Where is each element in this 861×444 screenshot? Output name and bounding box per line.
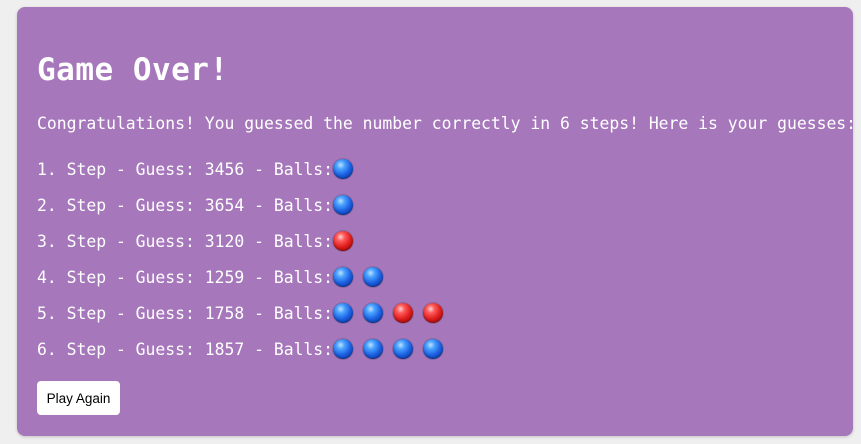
game-over-panel: Game Over! Congratulations! You guessed … bbox=[17, 7, 853, 436]
blue-ball-icon bbox=[363, 303, 384, 323]
guess-history-list: 1. Step - Guess: 3456 - Balls: 2. Step - … bbox=[37, 151, 453, 367]
balls-group bbox=[333, 267, 393, 287]
blue-ball-icon bbox=[333, 159, 354, 179]
play-again-button[interactable]: Play Again bbox=[37, 381, 120, 415]
blue-ball-icon bbox=[393, 339, 414, 359]
guess-row: 4. Step - Guess: 1259 - Balls: bbox=[37, 259, 453, 295]
blue-ball-icon bbox=[333, 195, 354, 215]
blue-ball-icon bbox=[363, 339, 384, 359]
red-ball-icon bbox=[393, 303, 414, 323]
blue-ball-icon bbox=[423, 339, 444, 359]
guess-row: 3. Step - Guess: 3120 - Balls: bbox=[37, 223, 453, 259]
guess-text: 5. Step - Guess: 1758 - Balls: bbox=[37, 303, 334, 323]
blue-ball-icon bbox=[333, 303, 354, 323]
red-ball-icon bbox=[423, 303, 444, 323]
congratulations-message: Congratulations! You guessed the number … bbox=[37, 114, 853, 133]
game-over-title: Game Over! bbox=[37, 52, 229, 88]
red-ball-icon bbox=[333, 231, 354, 251]
guess-text: 1. Step - Guess: 3456 - Balls: bbox=[37, 159, 334, 179]
blue-ball-icon bbox=[333, 339, 354, 359]
guess-text: 4. Step - Guess: 1259 - Balls: bbox=[37, 267, 334, 287]
blue-ball-icon bbox=[363, 267, 384, 287]
guess-row: 5. Step - Guess: 1758 - Balls: bbox=[37, 295, 453, 331]
balls-group bbox=[333, 195, 363, 215]
guess-row: 1. Step - Guess: 3456 - Balls: bbox=[37, 151, 453, 187]
guess-row: 2. Step - Guess: 3654 - Balls: bbox=[37, 187, 453, 223]
guess-text: 6. Step - Guess: 1857 - Balls: bbox=[37, 339, 334, 359]
balls-group bbox=[333, 303, 453, 323]
guess-row: 6. Step - Guess: 1857 - Balls: bbox=[37, 331, 453, 367]
blue-ball-icon bbox=[333, 267, 354, 287]
balls-group bbox=[333, 231, 363, 251]
guess-text: 3. Step - Guess: 3120 - Balls: bbox=[37, 231, 334, 251]
guess-text: 2. Step - Guess: 3654 - Balls: bbox=[37, 195, 334, 215]
balls-group bbox=[333, 339, 453, 359]
balls-group bbox=[333, 159, 363, 179]
